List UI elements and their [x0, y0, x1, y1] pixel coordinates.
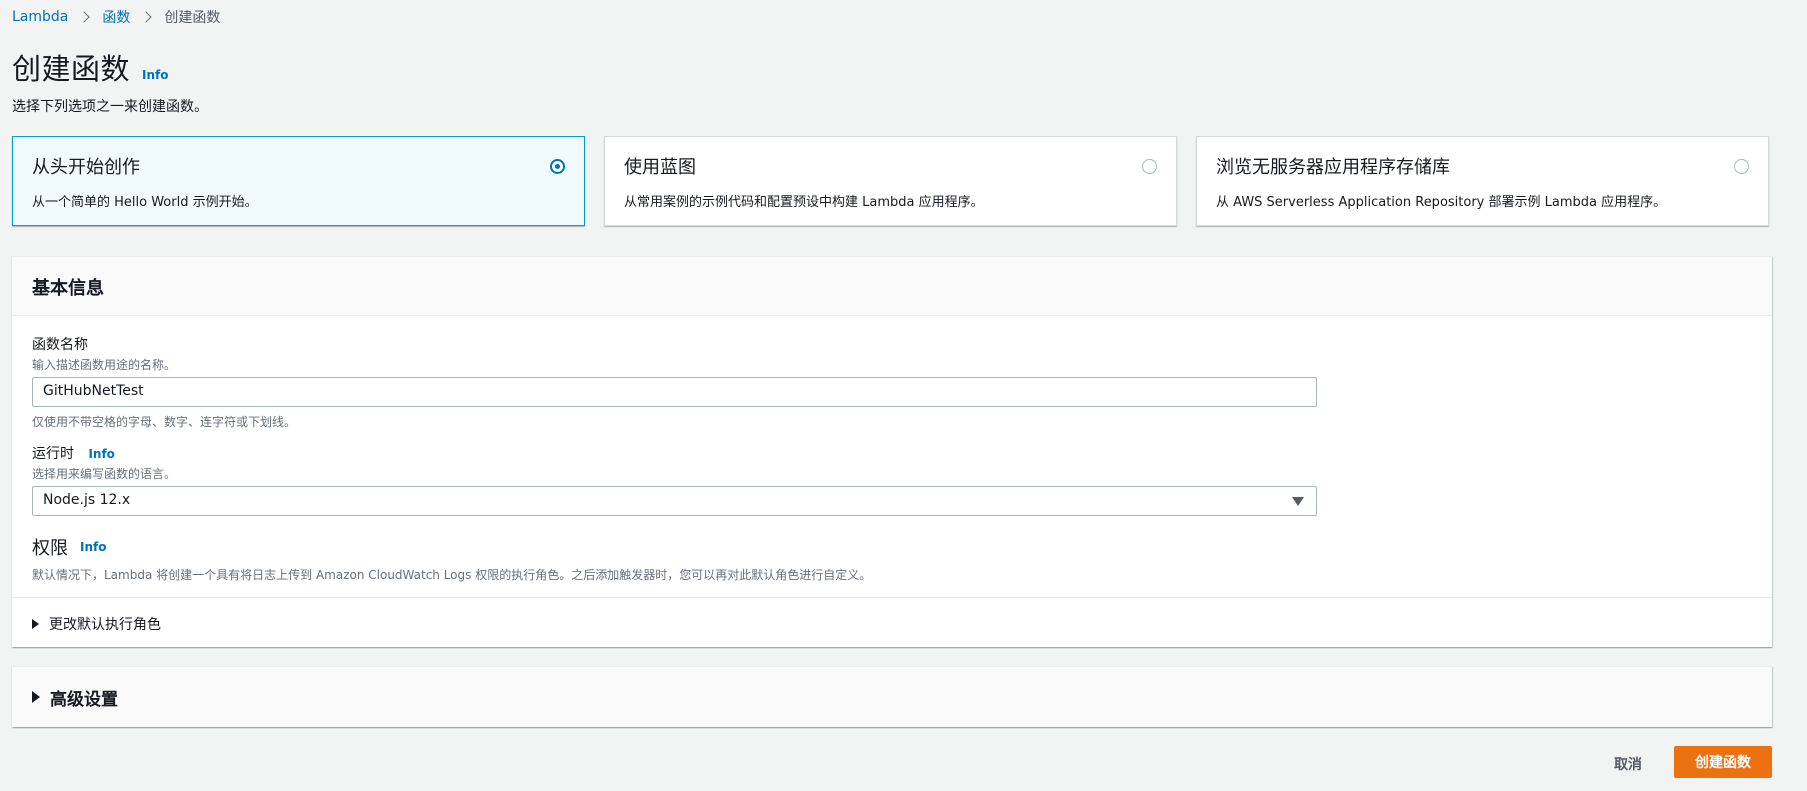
function-name-desc: 输入描述函数用途的名称。 [32, 358, 177, 372]
radio-selected-icon[interactable] [550, 159, 565, 174]
caret-right-icon [32, 691, 40, 703]
option-browse-serverless-repo[interactable]: 浏览无服务器应用程序存储库 从 AWS Serverless Applicati… [1196, 136, 1769, 226]
function-name-label: 函数名称 [32, 337, 88, 353]
function-name-field: 函数名称 输入描述函数用途的名称。 GitHubNetTest 仅使用不带空格的… [32, 334, 1317, 430]
permissions-section: 权限 Info 默认情况下，Lambda 将创建一个具有将日志上传到 Amazo… [32, 534, 871, 583]
permissions-title: 权限 [32, 538, 68, 559]
divider [12, 597, 1772, 598]
title-info-link[interactable]: Info [142, 68, 168, 82]
breadcrumb: Lambda 函数 创建函数 [12, 7, 220, 27]
permissions-title-row: 权限 Info [32, 534, 871, 560]
option-desc: 从一个简单的 Hello World 示例开始。 [32, 195, 258, 210]
breadcrumb-current: 创建函数 [164, 10, 221, 26]
title-row: 创建函数 Info [12, 46, 169, 88]
create-function-button[interactable]: 创建函数 [1674, 746, 1772, 778]
permissions-desc: 默认情况下，Lambda 将创建一个具有将日志上传到 Amazon CloudW… [32, 568, 872, 582]
option-use-blueprint[interactable]: 使用蓝图 从常用案例的示例代码和配置预设中构建 Lambda 应用程序。 [604, 136, 1177, 226]
runtime-info-link[interactable]: Info [88, 447, 114, 461]
caret-right-icon [32, 619, 39, 629]
option-desc: 从 AWS Serverless Application Repository … [1216, 195, 1667, 210]
change-default-role-label: 更改默认执行角色 [49, 617, 161, 633]
page-subtitle: 选择下列选项之一来创建函数。 [12, 99, 208, 115]
breadcrumb-lambda[interactable]: Lambda [12, 9, 68, 25]
option-title: 浏览无服务器应用程序存储库 [1216, 157, 1450, 178]
runtime-field: 运行时 Info 选择用来编写函数的语言。 Node.js 12.x [32, 443, 1317, 516]
creation-options: 从头开始创作 从一个简单的 Hello World 示例开始。 使用蓝图 从常用… [12, 136, 1769, 226]
option-title: 使用蓝图 [624, 157, 696, 178]
permissions-info-link[interactable]: Info [80, 540, 106, 554]
chevron-right-icon [140, 11, 153, 23]
runtime-select[interactable]: Node.js 12.x [32, 486, 1317, 516]
caret-down-icon [1292, 497, 1304, 506]
lambda-create-function-page: Lambda 函数 创建函数 创建函数 Info 选择下列选项之一来创建函数。 … [0, 0, 1807, 791]
runtime-label-row: 运行时 Info [32, 443, 1317, 463]
option-title: 从头开始创作 [32, 157, 140, 178]
page-title: 创建函数 [12, 52, 131, 86]
cancel-button[interactable]: 取消 [1614, 754, 1642, 774]
advanced-settings-expander[interactable]: 高级设置 [12, 666, 1772, 727]
runtime-desc: 选择用来编写函数的语言。 [32, 467, 177, 481]
breadcrumb-functions[interactable]: 函数 [102, 7, 130, 27]
option-author-from-scratch[interactable]: 从头开始创作 从一个简单的 Hello World 示例开始。 [12, 136, 585, 226]
basic-info-panel: 基本信息 函数名称 输入描述函数用途的名称。 GitHubNetTest 仅使用… [12, 256, 1772, 647]
advanced-settings-label: 高级设置 [50, 689, 118, 710]
runtime-label: 运行时 [32, 446, 74, 462]
radio-icon[interactable] [1734, 159, 1749, 174]
basic-info-heading: 基本信息 [12, 257, 1772, 316]
function-name-input[interactable]: GitHubNetTest [32, 377, 1317, 407]
function-name-hint: 仅使用不带空格的字母、数字、连字符或下划线。 [32, 415, 297, 429]
runtime-selected-value: Node.js 12.x [43, 492, 131, 508]
option-desc: 从常用案例的示例代码和配置预设中构建 Lambda 应用程序。 [624, 195, 984, 210]
chevron-right-icon [78, 11, 91, 23]
radio-icon[interactable] [1142, 159, 1157, 174]
change-default-role-expander[interactable]: 更改默认执行角色 [32, 614, 161, 634]
